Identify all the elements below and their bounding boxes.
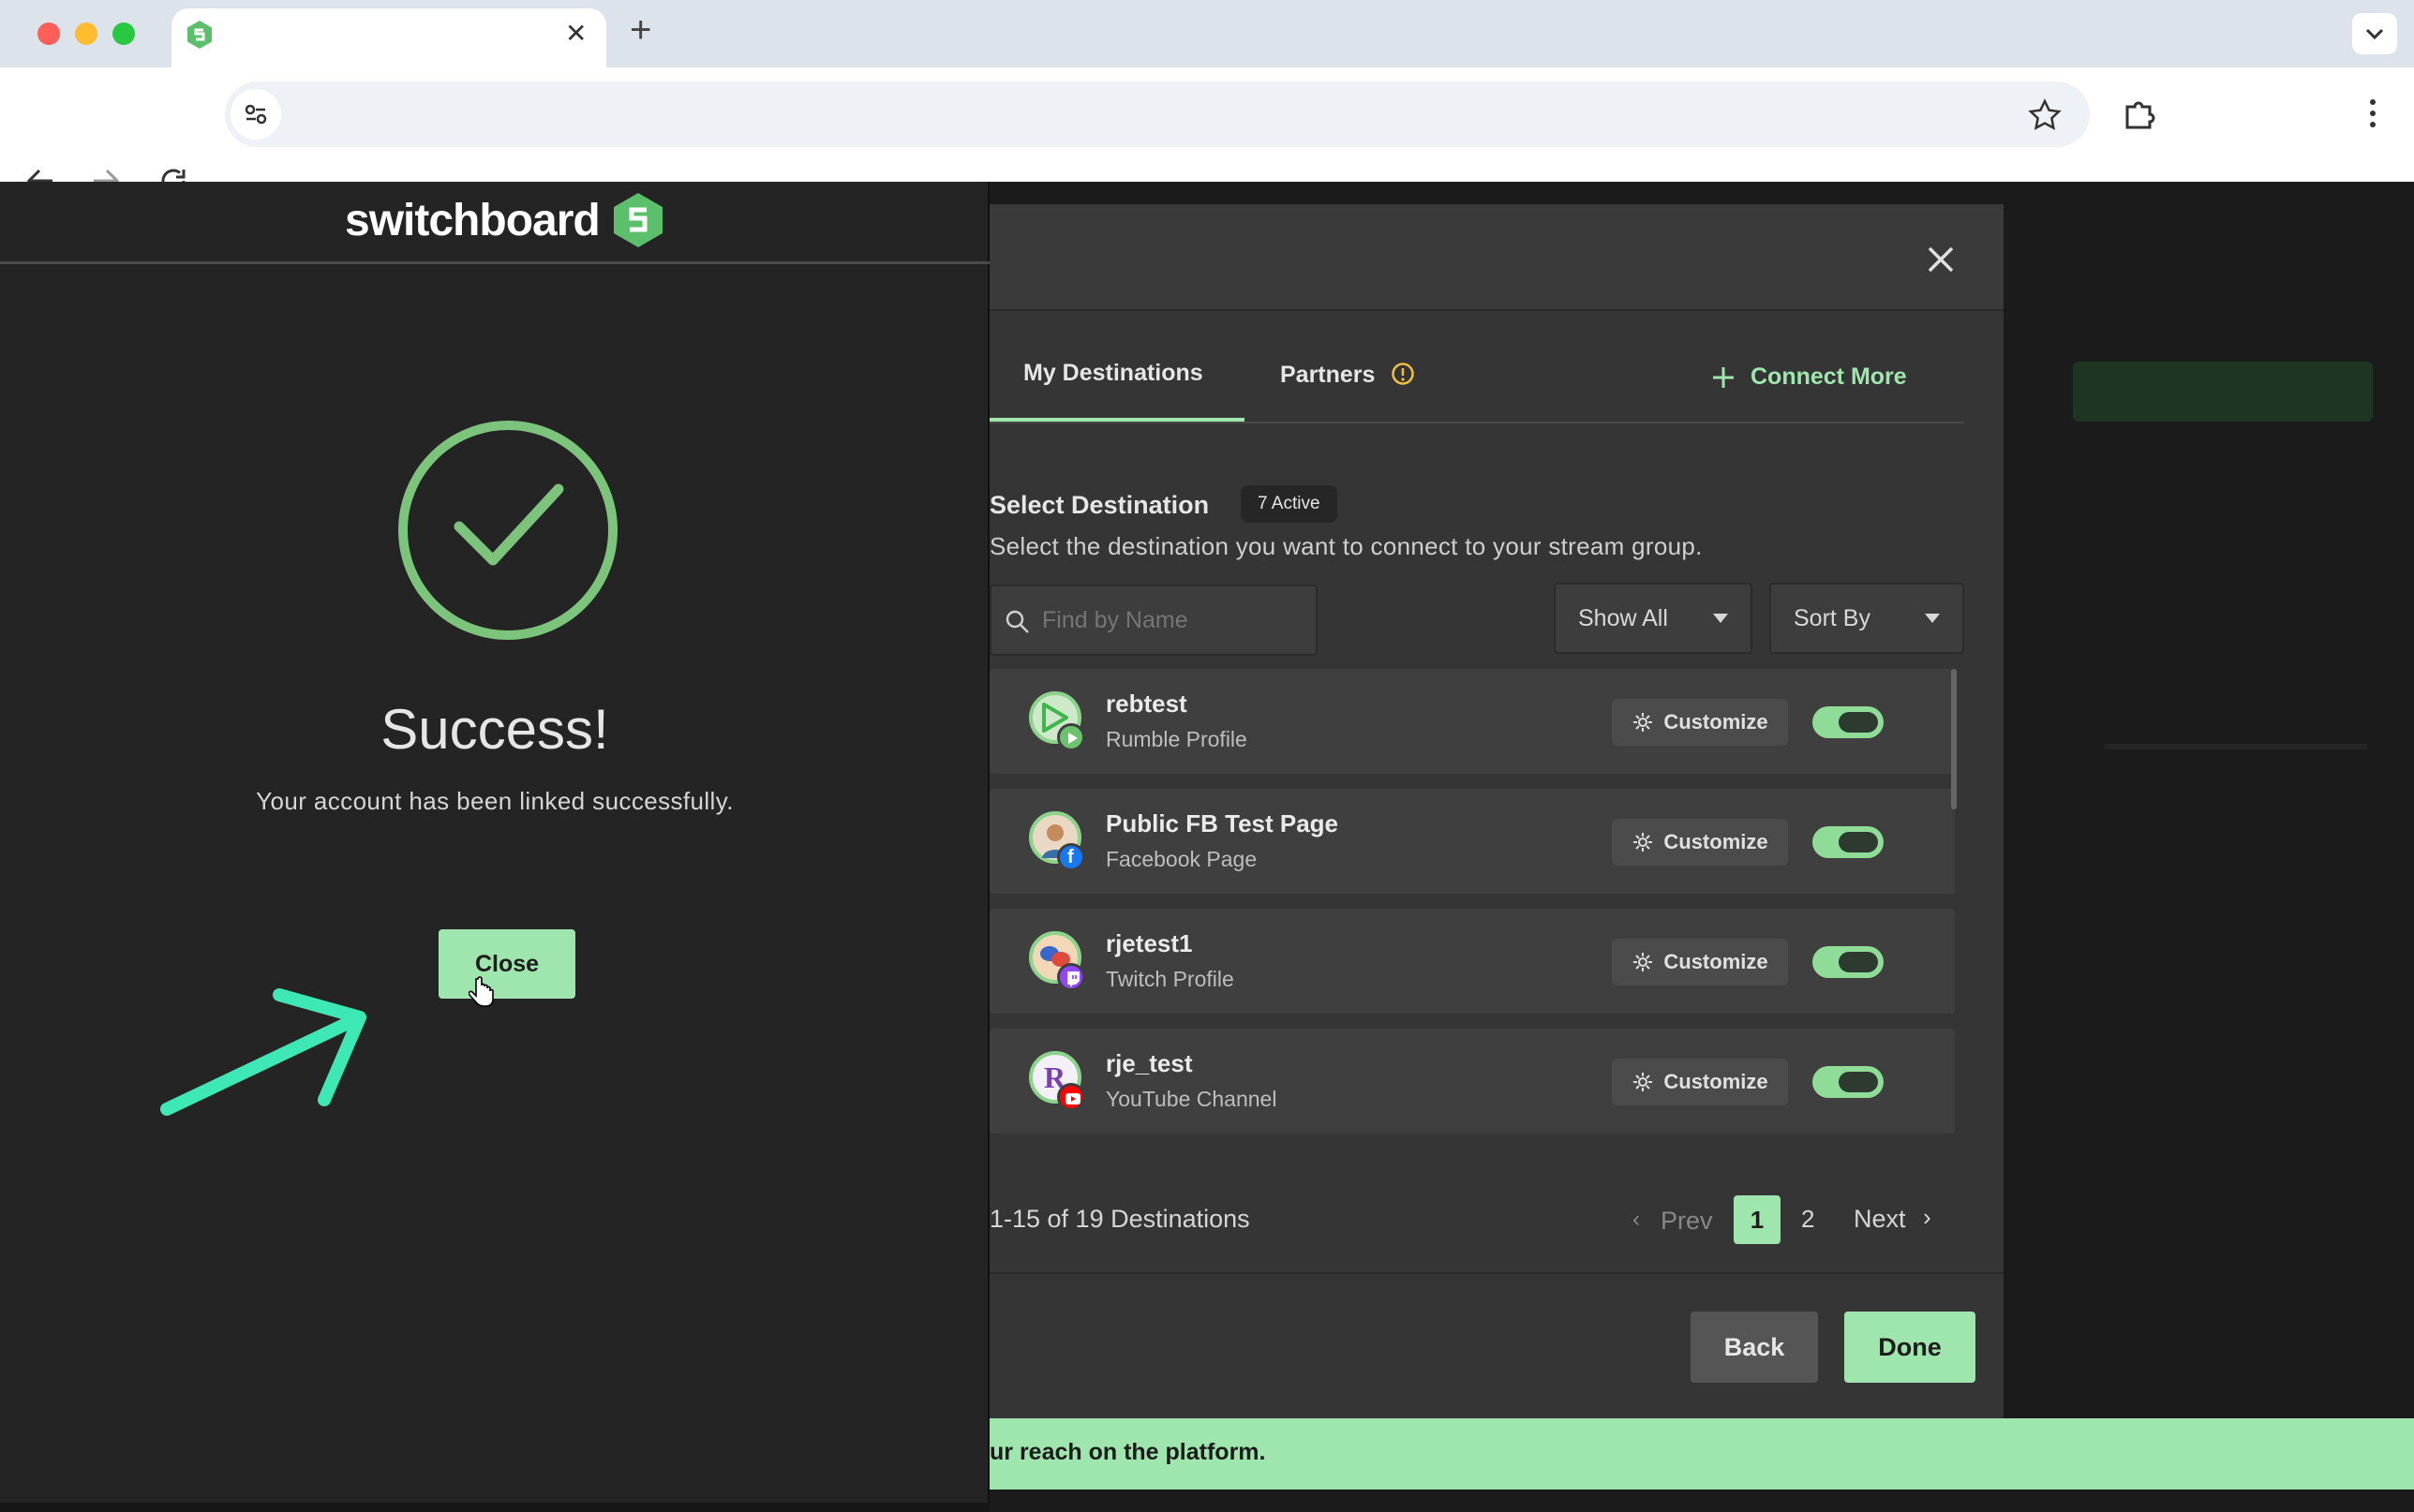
twitch-badge-icon (1057, 963, 1085, 991)
customize-label: Customize (1663, 830, 1768, 853)
destination-toggle[interactable] (1812, 1066, 1884, 1098)
tune-icon (245, 104, 267, 125)
destination-type: Twitch Profile (1106, 967, 1234, 991)
caret-down-icon (1713, 614, 1728, 623)
page-button-2[interactable]: 2 (1801, 1205, 1814, 1234)
gear-icon (1633, 833, 1653, 852)
destination-row-rje-test: R rje_test YouTube Channel Customize (990, 1029, 1955, 1134)
brand-wordmark: switchboard (345, 196, 601, 245)
destination-list: rebtest Rumble Profile Customize f Publi… (990, 669, 1964, 1156)
destination-type: Rumble Profile (1106, 727, 1247, 751)
customize-button[interactable]: Customize (1612, 939, 1788, 986)
chevron-right-icon: › (1923, 1203, 1931, 1231)
gear-icon (1633, 953, 1653, 971)
pagination-summary: 1-15 of 19 Destinations (990, 1205, 1250, 1233)
list-scrollbar[interactable] (1951, 669, 1957, 809)
filter-dropdown[interactable]: Show All (1554, 583, 1752, 654)
sort-dropdown-label: Sort By (1794, 604, 1870, 631)
destination-type: Facebook Page (1106, 847, 1258, 871)
new-tab-icon[interactable]: + (630, 9, 651, 52)
sort-dropdown[interactable]: Sort By (1769, 583, 1964, 654)
success-title: Success! (380, 698, 609, 761)
background-divider (2105, 744, 2367, 749)
caret-down-icon (1925, 614, 1940, 623)
window-maximize-button[interactable] (112, 22, 135, 45)
prev-page-button[interactable]: Prev (1661, 1207, 1713, 1236)
tab-my-destinations[interactable]: My Destinations (1023, 360, 1203, 387)
done-button[interactable]: Done (1844, 1312, 1975, 1383)
select-destination-subtitle: Select the destination you want to conne… (990, 532, 1703, 560)
customize-label: Customize (1663, 1070, 1768, 1093)
destination-row-public-fb-test-page: f Public FB Test Page Facebook Page Cust… (990, 789, 1955, 894)
customize-label: Customize (1663, 950, 1768, 973)
notification-banner: ur reach on the platform. (990, 1418, 2414, 1490)
search-field[interactable] (990, 585, 1318, 656)
destination-row-rjetest1: rjetest1 Twitch Profile Customize (990, 909, 1955, 1014)
close-button[interactable]: Close (439, 929, 575, 999)
next-page-button[interactable]: Next (1854, 1205, 1906, 1234)
destinations-modal: My Destinations Partners Connect More Se… (990, 204, 2004, 1441)
plus-icon (1713, 367, 1734, 388)
chevron-down-icon (2365, 28, 2384, 40)
customize-button[interactable]: Customize (1612, 699, 1788, 746)
modal-header (990, 204, 2004, 311)
destination-type: YouTube Channel (1106, 1087, 1277, 1111)
active-tab-indicator (990, 418, 1244, 422)
chevron-left-icon: ‹ (1632, 1207, 1640, 1232)
window-minimize-button[interactable] (75, 22, 97, 45)
gear-icon (1633, 1073, 1653, 1091)
success-message: Your account has been linked successfull… (256, 787, 734, 815)
active-count-badge: 7 Active (1241, 485, 1337, 523)
site-info-button[interactable] (231, 89, 281, 140)
destination-toggle[interactable] (1812, 946, 1884, 978)
browser-menu-icon[interactable] (2363, 96, 2382, 131)
rumble-badge-icon (1057, 723, 1085, 751)
tab-close-icon[interactable]: ✕ (565, 18, 587, 49)
success-check-icon (398, 421, 618, 640)
destination-toggle[interactable] (1812, 706, 1884, 738)
customize-label: Customize (1663, 710, 1768, 734)
destination-row-rebtest: rebtest Rumble Profile Customize (990, 669, 1955, 774)
destination-name: Public FB Test Page (1106, 809, 1339, 838)
destination-name: rebtest (1106, 689, 1187, 718)
modal-tabs: My Destinations Partners Connect More (990, 311, 1964, 423)
annotation-arrow-icon (160, 988, 366, 1116)
hand-cursor-icon (469, 976, 494, 1007)
switchboard-logo-icon (614, 193, 663, 247)
browser-tab[interactable]: ✕ (171, 8, 606, 67)
youtube-badge-icon (1057, 1083, 1085, 1111)
destination-toggle[interactable] (1812, 826, 1884, 858)
extensions-icon[interactable] (2122, 96, 2157, 131)
oauth-success-popup: switchboard Success! Your account has be… (0, 182, 990, 1503)
connect-more-button[interactable]: Connect More (1751, 363, 1907, 391)
search-icon (1006, 610, 1029, 633)
tab-partners[interactable]: Partners (1280, 362, 1375, 389)
tab-search-button[interactable] (2352, 13, 2397, 54)
switchboard-favicon-icon (187, 21, 212, 49)
address-bar[interactable] (225, 82, 2090, 147)
search-input[interactable] (1042, 600, 1304, 641)
window-close-button[interactable] (37, 22, 60, 45)
page-button-1[interactable]: 1 (1734, 1195, 1781, 1244)
browser-tab-bar: ✕ + (0, 0, 2414, 67)
add-new-group-button-dimmed (2073, 362, 2373, 422)
customize-button[interactable]: Customize (1612, 819, 1788, 866)
filter-dropdown-label: Show All (1578, 604, 1668, 631)
back-button[interactable]: Back (1691, 1312, 1818, 1383)
customize-button[interactable]: Customize (1612, 1059, 1788, 1105)
popup-header: switchboard (0, 182, 990, 264)
destination-name: rje_test (1106, 1049, 1193, 1077)
close-icon[interactable] (1927, 245, 1955, 274)
banner-text: ur reach on the platform. (990, 1439, 1266, 1465)
destination-name: rjetest1 (1106, 929, 1193, 957)
bookmark-star-icon[interactable] (2028, 98, 2062, 132)
select-destination-title: Select Destination (990, 491, 1210, 519)
facebook-badge-icon: f (1057, 843, 1085, 871)
gear-icon (1633, 713, 1653, 732)
modal-footer-divider (990, 1272, 2004, 1274)
info-icon[interactable] (1391, 362, 1415, 386)
